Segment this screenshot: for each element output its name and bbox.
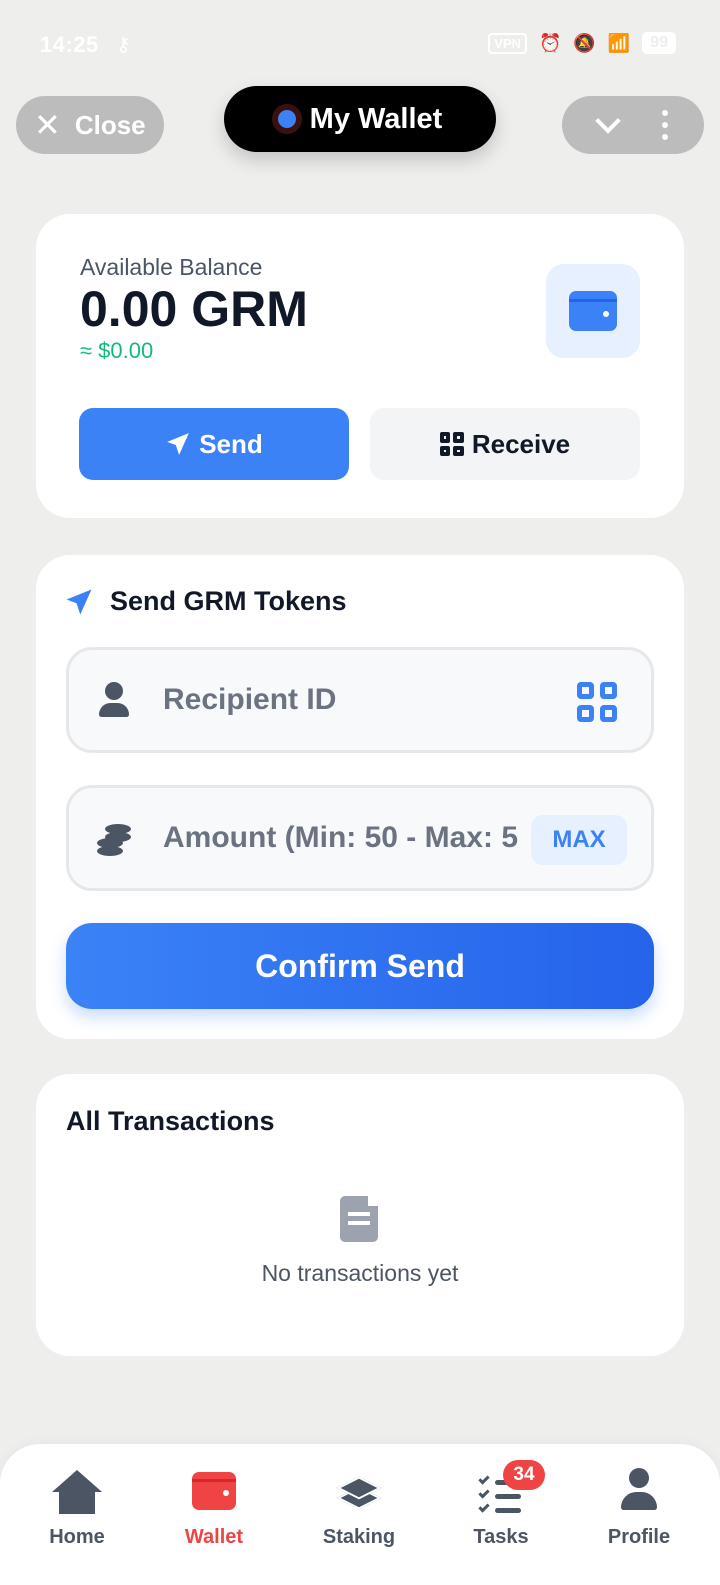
recipient-field — [66, 647, 654, 753]
more-menu-icon[interactable] — [661, 110, 668, 140]
nav-label-home: Home — [49, 1526, 105, 1548]
close-label: Close — [74, 109, 146, 140]
wallet-icon — [188, 1466, 240, 1516]
home-icon — [51, 1466, 103, 1516]
balance-value: 0.00 GRM — [80, 281, 308, 337]
status-icons: VPN ⏰ 🔕 📶 99 — [488, 32, 676, 54]
empty-state-text: No transactions yet — [261, 1260, 459, 1286]
paper-plane-icon — [66, 589, 92, 615]
nav-item-profile[interactable]: Profile — [579, 1466, 699, 1556]
vpn-indicator: VPN — [488, 32, 527, 54]
app-title: My Wallet — [309, 102, 443, 135]
balance-card: Available Balance 0.00 GRM ≈ $0.00 Send … — [36, 214, 684, 518]
user-icon — [99, 682, 129, 718]
balance-fiat: ≈ $0.00 — [80, 338, 154, 363]
bottom-nav: Home Wallet Staking 34 Tasks Profile — [0, 1444, 720, 1585]
amount-field: MAX — [66, 785, 654, 891]
status-bar: 14:25 ⚷ VPN ⏰ 🔕 📶 99 — [0, 30, 720, 62]
user-icon — [613, 1466, 665, 1516]
max-button[interactable]: MAX — [531, 815, 627, 865]
wallet-badge — [546, 264, 640, 358]
paper-plane-icon — [167, 433, 190, 455]
nav-item-staking[interactable]: Staking — [299, 1466, 419, 1556]
mute-icon: 🔕 — [573, 32, 596, 53]
tasks-badge: 34 — [503, 1460, 545, 1490]
nav-label-profile: Profile — [607, 1526, 671, 1548]
nav-label-staking: Staking — [322, 1526, 396, 1548]
nav-item-home[interactable]: Home — [17, 1466, 137, 1556]
send-button[interactable]: Send — [79, 408, 349, 480]
chevron-down-icon[interactable] — [594, 108, 621, 134]
app-title-pill: My Wallet — [224, 86, 496, 152]
wallet-icon — [569, 291, 617, 331]
nav-item-tasks[interactable]: 34 Tasks — [441, 1460, 561, 1556]
status-time: 14:25 — [40, 32, 99, 57]
balance-label: Available Balance — [80, 254, 263, 280]
receive-label: Receive — [471, 428, 571, 459]
wifi-icon: 📶 — [607, 32, 631, 53]
layers-icon — [333, 1466, 385, 1516]
transactions-title: All Transactions — [66, 1106, 275, 1136]
qr-code-icon — [439, 432, 464, 456]
send-tokens-card: Send GRM Tokens MAX Confirm Send — [36, 555, 684, 1039]
close-button[interactable]: ✕ Close — [16, 96, 164, 154]
coins-icon — [97, 824, 133, 858]
nav-label-tasks: Tasks — [473, 1526, 529, 1548]
tasks-icon: 34 — [475, 1460, 545, 1516]
confirm-send-button[interactable]: Confirm Send — [66, 923, 654, 1009]
amount-input[interactable] — [163, 788, 563, 888]
battery-indicator: 99 — [642, 32, 676, 54]
qr-scan-icon[interactable] — [577, 682, 617, 722]
receive-button[interactable]: Receive — [370, 408, 640, 480]
transactions-card: All Transactions No transactions yet — [36, 1074, 684, 1356]
key-icon: ⚷ — [116, 34, 131, 56]
nav-label-wallet: Wallet — [184, 1526, 244, 1548]
send-label: Send — [199, 428, 263, 459]
close-icon: ✕ — [34, 107, 61, 143]
alarm-icon: ⏰ — [538, 32, 562, 53]
status-dot-icon — [277, 110, 296, 128]
window-controls — [562, 96, 704, 154]
nav-item-wallet[interactable]: Wallet — [154, 1466, 274, 1556]
document-icon — [340, 1196, 378, 1242]
send-form-title: Send GRM Tokens — [110, 586, 347, 616]
recipient-input[interactable] — [163, 650, 563, 750]
